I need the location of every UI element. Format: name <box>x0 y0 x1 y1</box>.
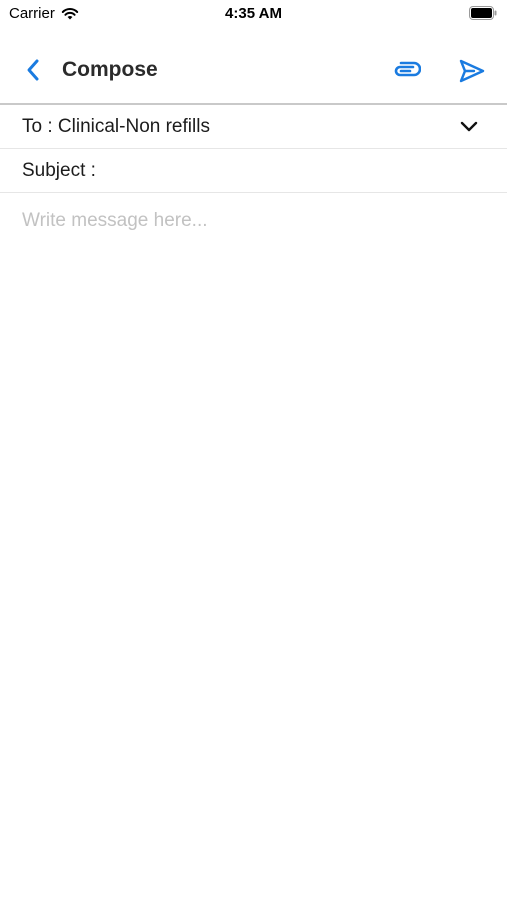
back-button[interactable] <box>18 54 48 86</box>
status-bar: Carrier 4:35 AM <box>0 0 507 28</box>
subject-field[interactable]: Subject : <box>0 149 507 193</box>
navigation-bar: Compose <box>0 40 507 102</box>
chevron-down-icon[interactable] <box>459 117 479 137</box>
compose-screen: Carrier 4:35 AM Compose To: Clinical-No… <box>0 0 507 900</box>
message-input[interactable] <box>22 210 485 870</box>
send-button[interactable] <box>456 56 488 86</box>
subject-label: Subject : <box>22 160 96 181</box>
recipient-field[interactable]: To : Clinical-Non refills <box>0 105 507 149</box>
chevron-left-icon <box>27 59 39 81</box>
attach-button[interactable] <box>390 56 422 86</box>
status-time: 4:35 AM <box>225 5 282 22</box>
send-icon <box>459 59 485 83</box>
battery-icon <box>469 6 497 20</box>
paperclip-icon <box>394 61 421 77</box>
recipient-label: To : Clinical-Non refills <box>22 116 210 137</box>
page-title: Compose <box>62 58 158 81</box>
